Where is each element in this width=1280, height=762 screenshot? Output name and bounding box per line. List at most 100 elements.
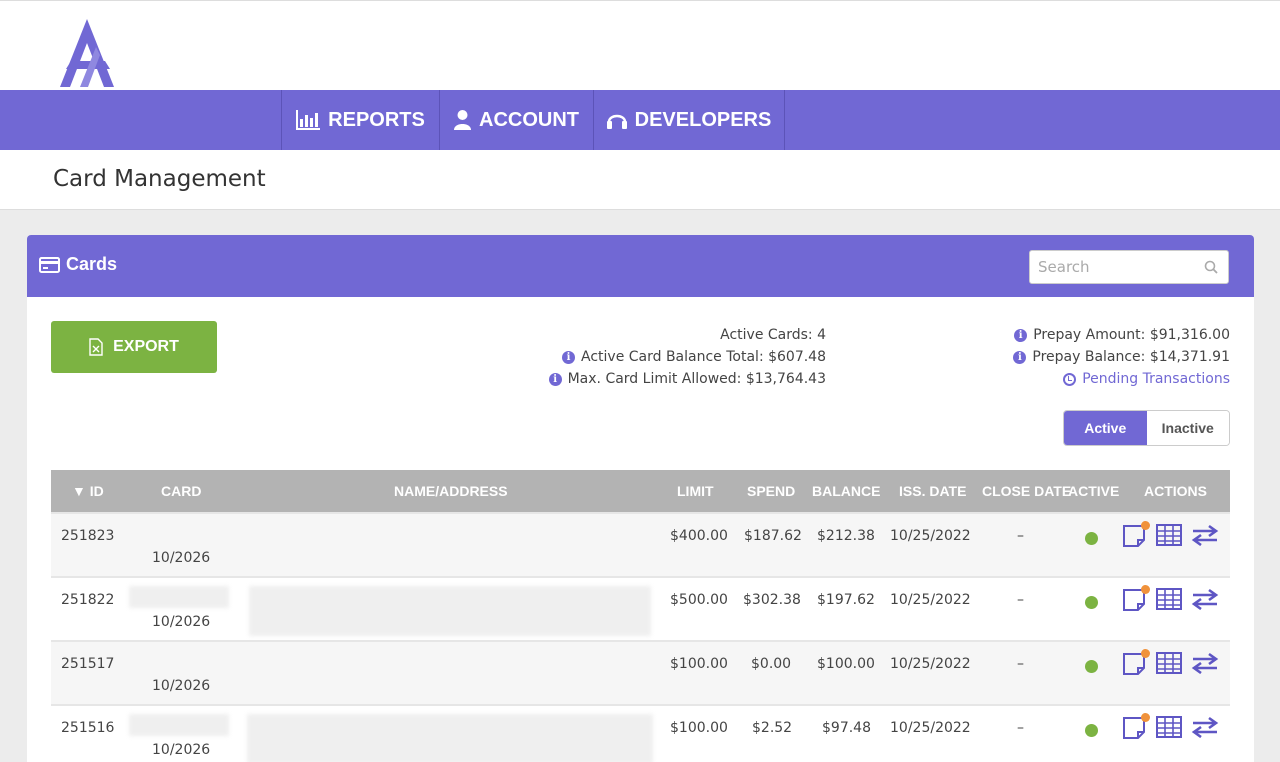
redacted-card-number xyxy=(129,714,229,736)
row-balance: $212.38 xyxy=(817,528,875,544)
table-grid-icon[interactable] xyxy=(1156,524,1182,550)
transfer-icon[interactable] xyxy=(1191,588,1219,614)
column-header-balance: BALANCE xyxy=(812,483,881,499)
notification-badge xyxy=(1141,713,1150,722)
nav-item-label: REPORTS xyxy=(328,108,425,131)
row-id: 251516 xyxy=(61,720,115,736)
column-header-id[interactable]: ▼ ID xyxy=(72,483,104,499)
max-card-limit-text: Max. Card Limit Allowed: $13,764.43 xyxy=(567,371,826,387)
panel-title-text: Cards xyxy=(66,254,118,274)
transfer-icon[interactable] xyxy=(1191,652,1219,678)
row-limit: $400.00 xyxy=(670,528,728,544)
search-icon[interactable] xyxy=(1204,260,1218,274)
row-id: 251517 xyxy=(61,656,115,672)
row-spend: $187.62 xyxy=(744,528,802,544)
logo[interactable] xyxy=(56,17,118,89)
status-toggle: Active Inactive xyxy=(1063,410,1230,446)
bar-chart-icon xyxy=(296,110,321,130)
search-input[interactable] xyxy=(1030,251,1200,283)
row-card-expiry: 10/2026 xyxy=(152,550,211,566)
export-label: EXPORT xyxy=(113,338,179,355)
table-grid-icon[interactable] xyxy=(1156,588,1182,614)
panel-header: Cards xyxy=(27,235,1254,297)
table-grid-icon[interactable] xyxy=(1156,652,1182,678)
search-box xyxy=(1029,250,1229,284)
row-id: 251822 xyxy=(61,592,115,608)
inactive-toggle-button[interactable]: Inactive xyxy=(1146,411,1229,445)
row-close-date: – xyxy=(1017,528,1024,544)
row-id: 251823 xyxy=(61,528,115,544)
notes-icon[interactable] xyxy=(1122,521,1150,552)
row-card-expiry: 10/2026 xyxy=(152,614,211,630)
headphones-icon xyxy=(606,114,627,129)
notes-icon[interactable] xyxy=(1122,649,1150,680)
export-button[interactable]: EXPORT xyxy=(51,321,217,373)
row-balance: $97.48 xyxy=(822,720,871,736)
active-balance-total-text: Active Card Balance Total: $607.48 xyxy=(581,349,826,365)
cards-panel: Cards EXPORT Active Cards: 4 iActive Car… xyxy=(27,235,1254,762)
row-iss-date: 10/25/2022 xyxy=(890,592,971,608)
row-close-date: – xyxy=(1017,592,1024,608)
info-icon[interactable]: i xyxy=(548,372,562,386)
info-icon[interactable]: i xyxy=(562,350,575,364)
nav-item-label: DEVELOPERS xyxy=(634,108,772,131)
row-close-date: – xyxy=(1017,720,1024,736)
table-grid-icon[interactable] xyxy=(1156,716,1182,742)
active-status-dot xyxy=(1085,596,1098,609)
user-icon xyxy=(454,110,471,130)
table-row: 251516 10/2026 $100.00 $2.52 $97.48 10/2… xyxy=(51,704,1230,762)
row-iss-date: 10/25/2022 xyxy=(890,528,971,544)
main-nav: REPORTS ACCOUNT DEVELOPERS xyxy=(0,90,1280,150)
prepay-stats: i Prepay Amount: $91,316.00 i Prepay Balan… xyxy=(1013,324,1230,390)
prepay-amount-text: Prepay Amount: $91,316.00 xyxy=(1033,327,1230,343)
redacted-name-address xyxy=(249,586,651,636)
notification-badge xyxy=(1141,521,1150,530)
nav-item-account[interactable]: ACCOUNT xyxy=(439,90,593,150)
row-iss-date: 10/25/2022 xyxy=(890,656,971,672)
card-stats: Active Cards: 4 i Active Card Balance Tot… xyxy=(548,324,826,390)
excel-file-icon xyxy=(89,338,103,356)
column-header-actions: ACTIONS xyxy=(1144,483,1207,499)
column-header-name: NAME/ADDRESS xyxy=(394,483,508,499)
row-close-date: – xyxy=(1017,656,1024,672)
notes-icon[interactable] xyxy=(1122,713,1150,744)
notes-icon[interactable] xyxy=(1122,585,1150,616)
info-icon[interactable]: i xyxy=(1014,328,1028,342)
column-header-spend: SPEND xyxy=(747,483,796,499)
row-iss-date: 10/25/2022 xyxy=(890,720,971,736)
column-header-iss-date: ISS. DATE xyxy=(899,483,967,499)
transfer-icon[interactable] xyxy=(1191,716,1219,742)
active-toggle-button[interactable]: Active xyxy=(1064,411,1147,445)
redacted-card-number xyxy=(129,586,229,608)
row-card-expiry: 10/2026 xyxy=(152,742,211,758)
page-header: Card Management xyxy=(0,150,1280,210)
row-balance: $100.00 xyxy=(817,656,875,672)
nav-item-developers[interactable]: DEVELOPERS xyxy=(593,90,785,150)
active-status-dot xyxy=(1085,532,1098,545)
page-title: Card Management xyxy=(53,166,266,192)
pending-transactions-link[interactable]: Pending Transactions xyxy=(1013,368,1230,390)
row-card-expiry: 10/2026 xyxy=(152,678,211,694)
row-limit: $100.00 xyxy=(670,656,728,672)
row-limit: $500.00 xyxy=(670,592,728,608)
pending-transactions-label: Pending Transactions xyxy=(1082,371,1230,387)
column-header-active: ACTIVE xyxy=(1068,483,1120,499)
active-status-dot xyxy=(1085,724,1098,737)
credit-card-icon xyxy=(39,256,60,273)
active-cards-text: Active Cards: 4 xyxy=(720,327,826,343)
active-status-dot xyxy=(1085,660,1098,673)
nav-item-label: ACCOUNT xyxy=(479,108,579,131)
redacted-name-address xyxy=(247,714,653,762)
table-row: 251822 10/2026 $500.00 $302.38 $197.62 1… xyxy=(51,576,1230,640)
transfer-icon[interactable] xyxy=(1191,524,1219,550)
row-balance: $197.62 xyxy=(817,592,875,608)
info-icon[interactable]: i xyxy=(1013,350,1027,364)
nav-item-reports[interactable]: REPORTS xyxy=(281,90,439,150)
cards-table: ▼ ID CARD NAME/ADDRESS LIMIT SPEND BALAN… xyxy=(51,470,1230,762)
table-header: ▼ ID CARD NAME/ADDRESS LIMIT SPEND BALAN… xyxy=(51,470,1230,512)
prepay-balance-text: Prepay Balance: $14,371.91 xyxy=(1032,349,1230,365)
panel-title: Cards xyxy=(39,254,117,275)
row-spend: $2.52 xyxy=(752,720,793,736)
notification-badge xyxy=(1141,585,1150,594)
clock-icon xyxy=(1063,372,1077,386)
